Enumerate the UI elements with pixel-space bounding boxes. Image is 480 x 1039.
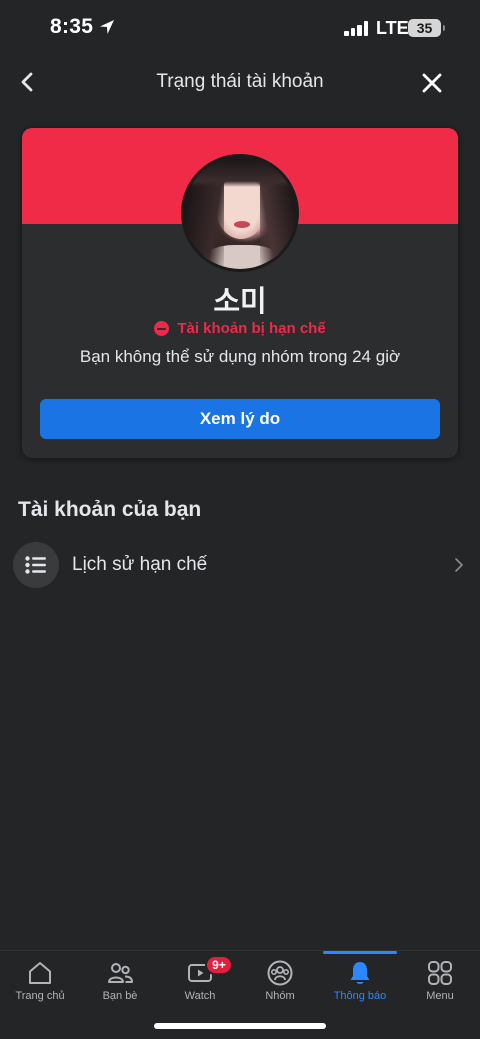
restriction-history-label: Lịch sử hạn chế	[72, 554, 208, 575]
tab-home[interactable]: Trang chủ	[0, 951, 80, 1011]
tab-notifications[interactable]: Thông báo	[320, 951, 400, 1011]
tab-label: Trang chủ	[15, 990, 65, 1002]
tab-label: Watch	[184, 990, 216, 1002]
menu-grid-icon	[428, 961, 452, 985]
close-icon	[422, 73, 442, 93]
avatar	[181, 154, 299, 272]
network-label: LTE	[376, 18, 409, 38]
tab-label: Menu	[426, 990, 454, 1002]
nav-header: Trạng thái tài khoản	[0, 58, 480, 108]
notification-badge: 9+	[205, 955, 233, 975]
tab-label: Thông báo	[333, 990, 387, 1002]
close-button[interactable]	[420, 71, 444, 95]
page-title: Trạng thái tài khoản	[156, 71, 324, 92]
battery-level: 35	[416, 20, 433, 36]
tab-groups[interactable]: Nhóm	[240, 951, 320, 1011]
minus-circle-icon	[154, 321, 170, 336]
list-icon	[25, 556, 46, 574]
tab-label: Bạn bè	[102, 990, 138, 1002]
list-icon-container	[13, 542, 59, 588]
account-status-card: 소미 Tài khoản bị hạn chế Bạn không thể sử…	[22, 128, 458, 458]
section-title: Tài khoản của bạn	[18, 498, 202, 521]
bell-icon	[350, 962, 370, 984]
restriction-label: Tài khoản bị hạn chế	[177, 320, 326, 337]
battery-icon: 35	[408, 19, 445, 37]
home-icon	[29, 962, 51, 984]
profile-name: 소미	[213, 286, 267, 318]
tab-friends[interactable]: Bạn bè	[80, 951, 160, 1011]
restriction-status: Tài khoản bị hạn chế	[22, 320, 458, 337]
account-status-screen: 8:35 LTE 35 Trạng thái tài khoản 소미 Tài …	[0, 0, 480, 1039]
status-time: 8:35	[50, 15, 94, 38]
chevron-right-icon	[455, 558, 463, 572]
tab-watch[interactable]: 9+ Watch	[160, 951, 240, 1011]
home-indicator[interactable]	[154, 1023, 326, 1029]
signal-icon	[344, 21, 370, 36]
status-bar: 8:35 LTE 35	[0, 0, 480, 58]
friends-icon	[108, 963, 133, 983]
see-reason-button[interactable]: Xem lý do	[40, 399, 440, 439]
tab-menu[interactable]: Menu	[400, 951, 480, 1011]
location-arrow-icon	[100, 20, 114, 34]
groups-icon	[267, 960, 293, 986]
restriction-history-item[interactable]: Lịch sử hạn chế	[0, 540, 480, 592]
restriction-description: Bạn không thể sử dụng nhóm trong 24 giờ	[79, 347, 401, 366]
tab-label: Nhóm	[265, 990, 295, 1002]
